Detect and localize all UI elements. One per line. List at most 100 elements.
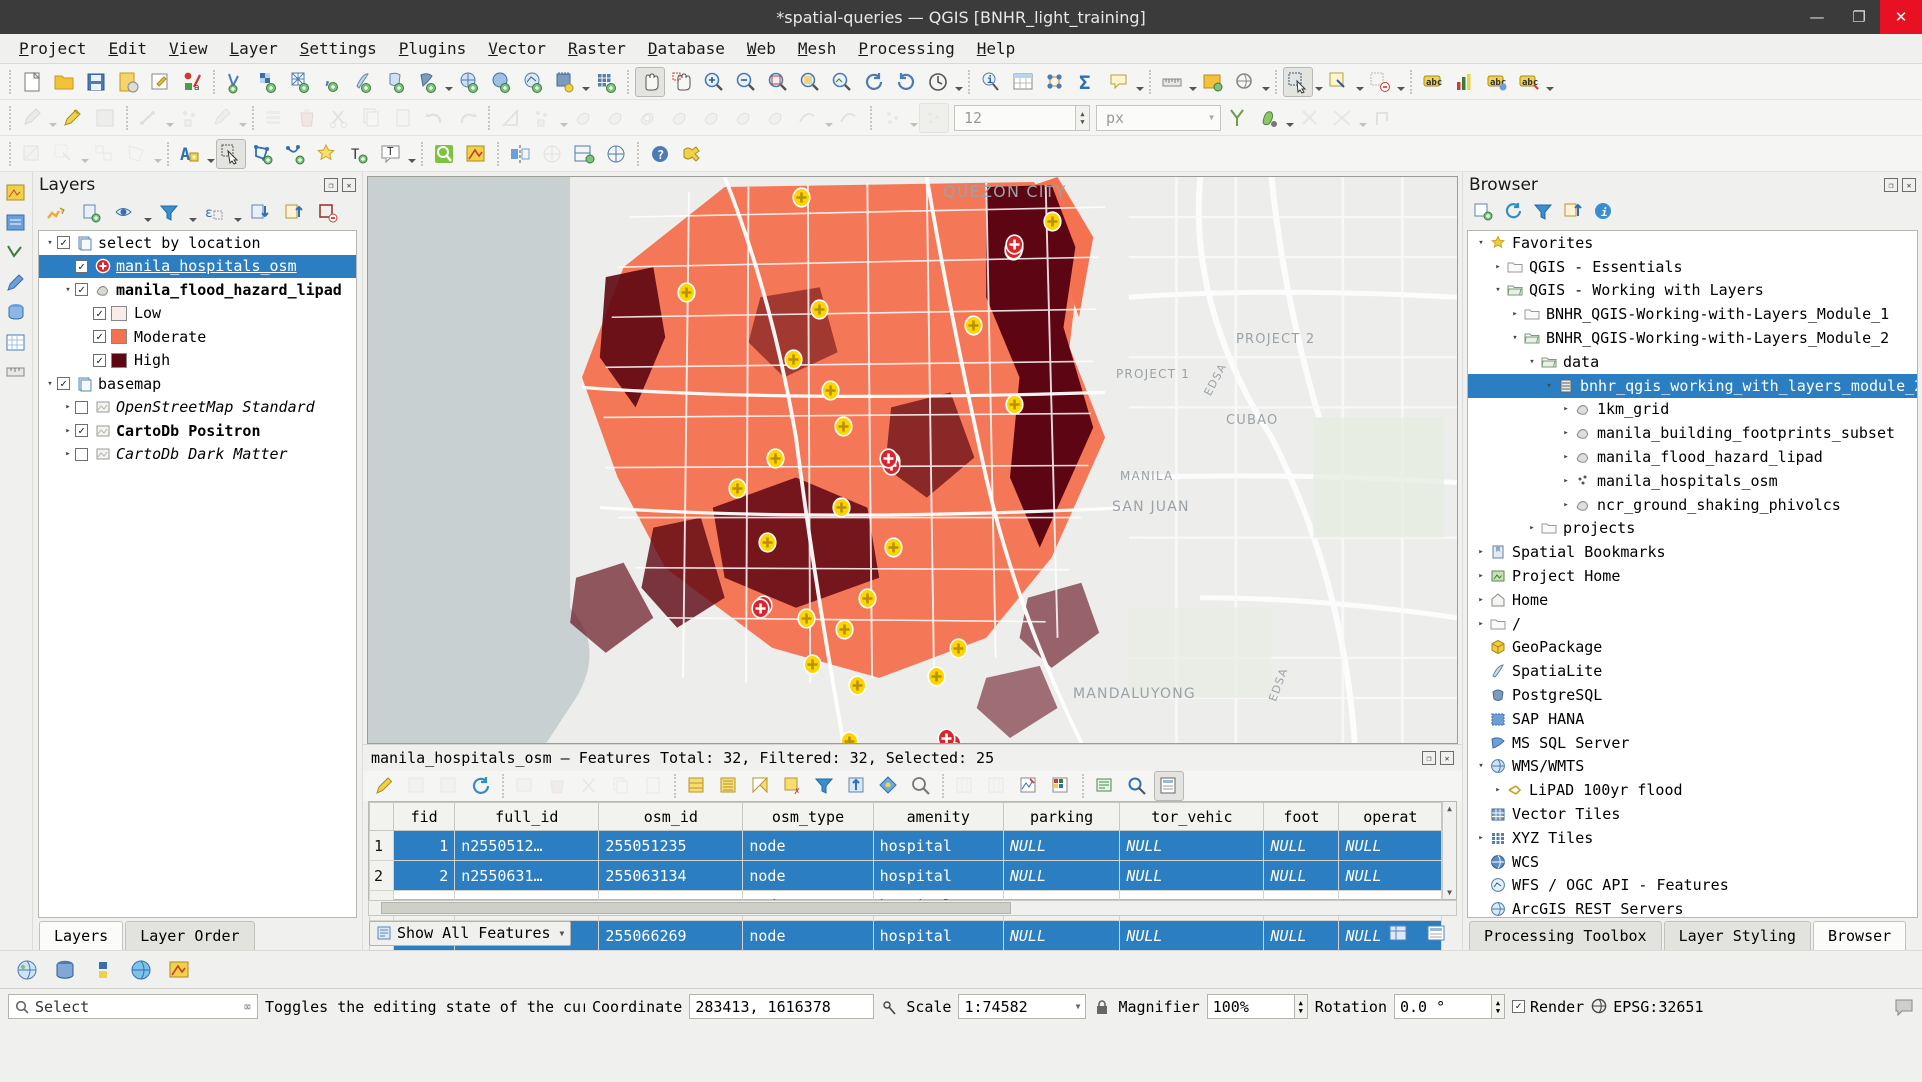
browser-tree-row[interactable]: projects bbox=[1468, 517, 1917, 541]
browser-tree-row[interactable]: QGIS - Essentials bbox=[1468, 255, 1917, 279]
browser-tree-row[interactable]: XYZ Tiles bbox=[1468, 826, 1917, 850]
chevron-down-icon[interactable] bbox=[233, 198, 242, 228]
layer-tree-row[interactable]: ✓CartoDb Positron bbox=[39, 419, 356, 443]
fill-ring-icon[interactable] bbox=[697, 103, 727, 133]
browser-tree-row[interactable]: GeoPackage bbox=[1468, 636, 1917, 660]
close-button[interactable]: ✕ bbox=[1880, 0, 1922, 34]
chevron-down-icon[interactable] bbox=[188, 198, 197, 228]
map-tips-icon[interactable] bbox=[1104, 67, 1134, 97]
chevron-down-icon[interactable] bbox=[444, 67, 453, 97]
add-text-annotation-icon[interactable]: T bbox=[344, 139, 374, 169]
menu-item-database[interactable]: Database bbox=[637, 36, 736, 61]
table-cell[interactable]: 1 bbox=[394, 831, 455, 861]
expand-all-icon[interactable] bbox=[245, 198, 275, 228]
grid-tool-icon[interactable] bbox=[3, 330, 29, 356]
hospital-marker-selected[interactable] bbox=[803, 654, 822, 675]
layer-visibility-checkbox[interactable] bbox=[75, 401, 88, 414]
conditional-formatting-icon[interactable] bbox=[1046, 771, 1076, 801]
layer-styling-panel-icon[interactable] bbox=[3, 180, 29, 206]
expand-arrow-icon[interactable] bbox=[1474, 595, 1488, 605]
cross-tool-icon[interactable] bbox=[601, 139, 631, 169]
add-marker-annotation-icon[interactable] bbox=[312, 139, 342, 169]
add-polygon-annotation-icon[interactable] bbox=[248, 139, 278, 169]
expand-arrow-icon[interactable] bbox=[1508, 309, 1522, 319]
help-contents-icon[interactable]: ? bbox=[645, 139, 675, 169]
hospital-marker-selected[interactable] bbox=[1043, 211, 1062, 232]
menu-item-edit[interactable]: Edit bbox=[97, 36, 158, 61]
table-cell[interactable]: NULL bbox=[1264, 861, 1339, 891]
browser-tree-row[interactable]: ArcGIS REST Servers bbox=[1468, 897, 1917, 918]
toggle-editing-icon[interactable] bbox=[58, 103, 88, 133]
add-selected-layers-icon[interactable] bbox=[1473, 201, 1493, 225]
expand-arrow-icon[interactable] bbox=[1559, 476, 1573, 486]
select-point-features-icon[interactable] bbox=[878, 103, 908, 133]
merge-features-icon[interactable] bbox=[90, 139, 120, 169]
table-cell[interactable]: node bbox=[743, 861, 873, 891]
layer-visibility-checkbox[interactable]: ✓ bbox=[93, 330, 106, 343]
mirror-features-icon[interactable] bbox=[505, 139, 535, 169]
browser-tree-row[interactable]: LiPAD 100yr flood bbox=[1468, 778, 1917, 802]
attribute-table-close-button[interactable]: ✕ bbox=[1440, 751, 1454, 765]
delete-selected-icon[interactable] bbox=[292, 103, 322, 133]
expand-arrow-icon[interactable] bbox=[1508, 333, 1522, 343]
browser-tree-row[interactable]: WFS / OGC API - Features bbox=[1468, 874, 1917, 898]
expand-arrow-icon[interactable] bbox=[1474, 761, 1488, 771]
browser-tree-row[interactable]: manila_hospitals_osm bbox=[1468, 469, 1917, 493]
add-postgis-layer-icon[interactable] bbox=[381, 67, 411, 97]
undo-icon[interactable] bbox=[420, 103, 450, 133]
zoom-to-layer-icon[interactable] bbox=[827, 67, 857, 97]
collapse-all-icon[interactable] bbox=[279, 198, 309, 228]
rotation-input[interactable]: 0.0 ° bbox=[1394, 994, 1492, 1019]
manage-visibility-icon[interactable] bbox=[110, 198, 140, 228]
split-features-icon[interactable] bbox=[122, 139, 152, 169]
expand-arrow-icon[interactable] bbox=[61, 426, 75, 436]
layer-visibility-checkbox[interactable]: ✓ bbox=[93, 354, 106, 367]
new-print-layout-icon[interactable] bbox=[145, 67, 175, 97]
browser-undock-button[interactable]: ❐ bbox=[1884, 178, 1898, 192]
table-cell[interactable]: NULL bbox=[1264, 831, 1339, 861]
chevron-down-icon[interactable] bbox=[238, 103, 247, 133]
expand-arrow-icon[interactable] bbox=[1491, 262, 1505, 272]
qgis-globe-plugin-icon[interactable] bbox=[14, 957, 40, 983]
snapping-toggle-icon[interactable] bbox=[1222, 103, 1252, 133]
attribute-table-vscrollbar[interactable]: ▲▼ bbox=[1442, 802, 1456, 899]
menu-item-raster[interactable]: Raster bbox=[557, 36, 637, 61]
menu-item-settings[interactable]: Settings bbox=[289, 36, 388, 61]
show-all-features-button[interactable]: Show All Features ▼ bbox=[369, 921, 571, 946]
expand-arrow-icon[interactable] bbox=[1491, 285, 1505, 295]
hospital-marker[interactable] bbox=[1005, 234, 1024, 255]
messages-log-icon[interactable] bbox=[1894, 997, 1914, 1017]
annotation-text-icon[interactable]: A bbox=[175, 139, 205, 169]
column-header[interactable]: foot bbox=[1264, 803, 1339, 831]
crs-globe-icon[interactable] bbox=[1591, 998, 1608, 1015]
delete-column-icon[interactable] bbox=[950, 771, 980, 801]
copy-icon[interactable] bbox=[606, 771, 636, 801]
chevron-down-icon[interactable] bbox=[559, 103, 568, 133]
simplify-feature-icon[interactable] bbox=[601, 103, 631, 133]
table-cell[interactable]: NULL bbox=[1339, 831, 1442, 861]
python-console-icon[interactable] bbox=[90, 957, 116, 983]
delete-feature-icon[interactable] bbox=[542, 771, 572, 801]
expand-arrow-icon[interactable] bbox=[1491, 785, 1505, 795]
hospital-marker[interactable] bbox=[751, 598, 770, 619]
open-layer-styling-icon[interactable] bbox=[42, 198, 72, 228]
chevron-down-icon[interactable] bbox=[1261, 67, 1270, 97]
hospital-marker-selected[interactable] bbox=[784, 349, 803, 370]
open-attribute-table-icon[interactable] bbox=[1008, 67, 1038, 97]
add-raster-layer-icon[interactable] bbox=[253, 67, 283, 97]
layer-visibility-checkbox[interactable]: ✓ bbox=[93, 307, 106, 320]
hospital-marker-selected[interactable] bbox=[835, 619, 854, 640]
expand-arrow-icon[interactable] bbox=[1542, 381, 1556, 391]
hospital-marker-selected[interactable] bbox=[797, 608, 816, 629]
expand-arrow-icon[interactable] bbox=[1525, 357, 1539, 367]
add-column-icon[interactable] bbox=[982, 771, 1012, 801]
table-cell[interactable]: NULL bbox=[1339, 861, 1442, 891]
pin-labels-icon[interactable]: abc bbox=[1482, 67, 1512, 97]
zoom-in-icon[interactable] bbox=[699, 67, 729, 97]
magnifier-stepper[interactable]: ▲▼ bbox=[1295, 994, 1308, 1019]
hospital-marker-selected[interactable] bbox=[834, 416, 853, 437]
expand-arrow-icon[interactable] bbox=[1559, 500, 1573, 510]
collapse-browser-icon[interactable] bbox=[1563, 201, 1583, 225]
menu-item-project[interactable]: Project bbox=[8, 36, 97, 61]
tab-layer-order[interactable]: Layer Order bbox=[125, 921, 254, 950]
